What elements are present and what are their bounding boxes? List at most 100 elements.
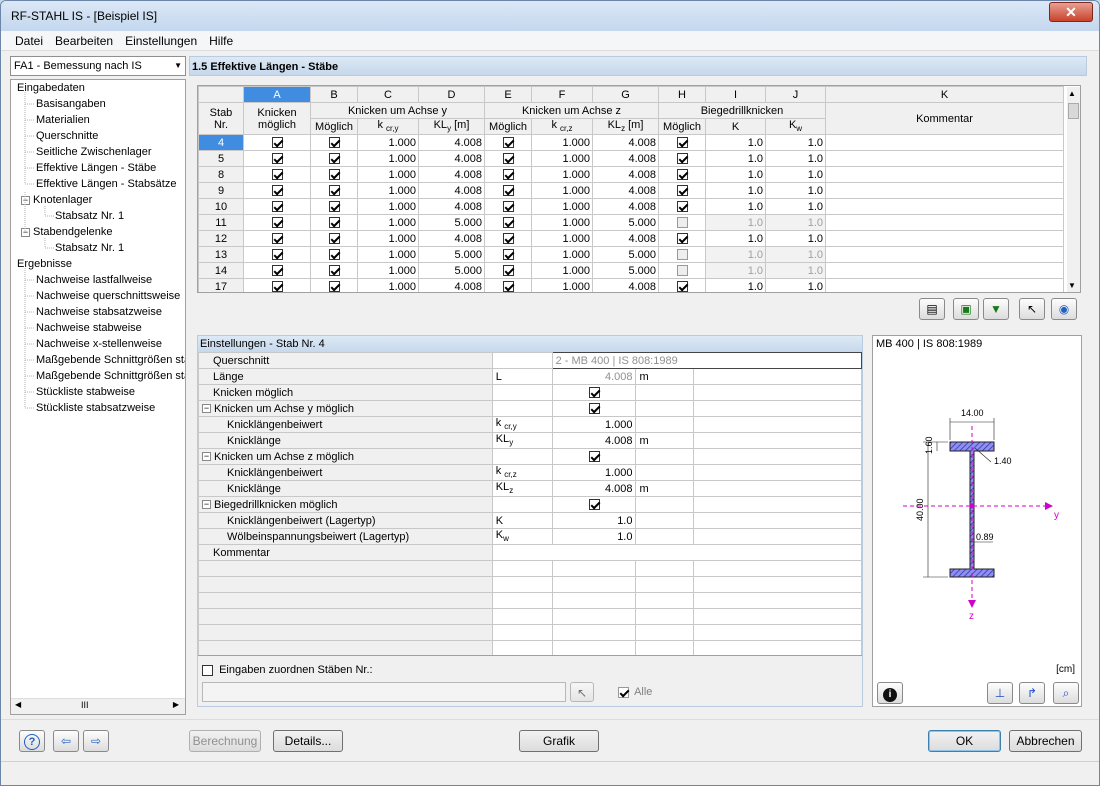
y-moeglich-checkbox-cell[interactable] — [310, 278, 358, 292]
y-moeglich-checkbox-cell[interactable] — [310, 262, 358, 279]
menu-datei[interactable]: Datei — [9, 31, 49, 51]
nav-item-eff-laengen-stabsaetze[interactable]: Effektive Längen - Stabsätze — [36, 176, 176, 192]
berechnung-button[interactable]: Berechnung — [189, 730, 261, 752]
kw-cell[interactable]: 1.0 — [765, 278, 826, 292]
kl-z-cell[interactable]: 4.008 — [592, 150, 659, 167]
nav-item-materialien[interactable]: Materialien — [36, 112, 90, 128]
kw-cell[interactable]: 1.0 — [765, 150, 826, 167]
knicken-checkbox[interactable] — [588, 387, 600, 399]
kcr-z-cell[interactable]: 1.000 — [531, 278, 593, 292]
lt-moeglich-checkbox[interactable] — [676, 185, 688, 197]
alle-checkbox[interactable] — [618, 686, 629, 698]
k-cell[interactable]: 1.0 — [705, 150, 766, 167]
collapse-icon[interactable]: − — [202, 500, 211, 510]
k-cell[interactable]: 1.0 — [705, 182, 766, 199]
knicken-checkbox-cell[interactable] — [243, 182, 311, 199]
nav-item-eff-laengen-staebe[interactable]: Effektive Längen - Stäbe — [36, 160, 156, 176]
module-select[interactable]: FA1 - Bemessung nach IS ▼ — [10, 56, 186, 76]
y-moeglich-checkbox-cell[interactable] — [310, 150, 358, 167]
k-cell[interactable]: 1.0 — [705, 198, 766, 215]
z-moeglich-checkbox[interactable] — [502, 249, 514, 261]
z-moeglich-checkbox[interactable] — [502, 233, 514, 245]
kw-cell[interactable]: 1.0 — [765, 182, 826, 199]
y-moeglich-checkbox[interactable] — [328, 233, 340, 245]
k-cell[interactable]: 1.0 — [705, 214, 766, 231]
lt-moeglich-checkbox-cell[interactable] — [658, 182, 706, 199]
col-letter-h[interactable]: H — [658, 86, 706, 103]
kl-z-cell[interactable]: 5.000 — [592, 214, 659, 231]
nav-item-zwischenlager[interactable]: Seitliche Zwischenlager — [36, 144, 152, 160]
lt-moeglich-checkbox-cell[interactable] — [658, 134, 706, 151]
z-moeglich-checkbox[interactable] — [502, 201, 514, 213]
kw-cell[interactable]: 1.0 — [765, 198, 826, 215]
z-moeglich-checkbox[interactable] — [502, 217, 514, 229]
z-moeglich-checkbox[interactable] — [502, 185, 514, 197]
kl-y-cell[interactable]: 4.008 — [418, 198, 485, 215]
y-moeglich-checkbox-cell[interactable] — [310, 230, 358, 247]
kl-y-cell[interactable]: 4.008 — [418, 278, 485, 292]
kcr-z-cell[interactable]: 1.000 — [531, 166, 593, 183]
kl-y-cell[interactable]: 4.008 — [418, 230, 485, 247]
nav-item-stabendgelenke[interactable]: − Stabendgelenke — [21, 224, 113, 240]
comment-cell[interactable] — [825, 198, 1064, 215]
kw-cell[interactable]: 1.0 — [765, 214, 826, 231]
row-number[interactable]: 8 — [198, 166, 244, 183]
scroll-right-icon[interactable]: ▶ — [173, 700, 179, 709]
scroll-up-icon[interactable]: ▲ — [1068, 89, 1076, 98]
y-moeglich-checkbox-cell[interactable] — [310, 134, 358, 151]
knicken-checkbox[interactable] — [271, 169, 283, 181]
row-number[interactable]: 13 — [198, 246, 244, 263]
ok-button[interactable]: OK — [928, 730, 1001, 752]
row-number[interactable]: 9 — [198, 182, 244, 199]
nav-result-x-stellenweise[interactable]: Nachweise x-stellenweise — [36, 336, 162, 352]
details-button[interactable]: Details... — [273, 730, 343, 752]
kw-cell[interactable]: 1.0 — [765, 166, 826, 183]
info-button[interactable]: i — [877, 682, 903, 704]
kw-cell[interactable]: 1.0 — [765, 246, 826, 263]
k-cell[interactable]: 1.0 — [705, 246, 766, 263]
querschnitt-value[interactable]: 2 - MB 400 | IS 808:1989 — [551, 352, 862, 369]
nav-item-stabendgelenke-stabsatz[interactable]: Stabsatz Nr. 1 — [55, 240, 124, 256]
lt-moeglich-checkbox-cell[interactable] — [658, 262, 706, 279]
lt-moeglich-checkbox[interactable] — [676, 281, 688, 292]
lt-moeglich-checkbox-cell[interactable] — [658, 166, 706, 183]
y-moeglich-checkbox[interactable] — [328, 153, 340, 165]
lt-moeglich-checkbox[interactable] — [676, 265, 688, 277]
lt-moeglich-checkbox[interactable] — [676, 217, 688, 229]
z-moeglich-checkbox-cell[interactable] — [484, 278, 532, 292]
z-moeglich-checkbox-cell[interactable] — [484, 262, 532, 279]
scroll-thumb[interactable]: III — [81, 700, 89, 710]
nav-result-schnittgroessen-2[interactable]: Maßgebende Schnittgrößen sta — [36, 368, 185, 384]
kl-z-cell[interactable]: 4.008 — [592, 278, 659, 292]
k-cell[interactable]: 1.0 — [705, 262, 766, 279]
col-letter-i[interactable]: I — [705, 86, 766, 103]
comment-cell[interactable] — [825, 262, 1064, 279]
knicken-checkbox[interactable] — [271, 185, 283, 197]
knicken-checkbox[interactable] — [271, 233, 283, 245]
kcr-y-cell[interactable]: 1.000 — [357, 230, 419, 247]
knicken-checkbox-cell[interactable] — [243, 278, 311, 292]
value-y-l[interactable]: 4.008 — [551, 432, 637, 449]
knicken-checkbox[interactable] — [271, 137, 283, 149]
y-moeglich-checkbox[interactable] — [328, 249, 340, 261]
kcr-y-cell[interactable]: 1.000 — [357, 198, 419, 215]
select-button[interactable]: ↖ — [1019, 298, 1045, 320]
kw-cell[interactable]: 1.0 — [765, 230, 826, 247]
comment-cell[interactable] — [825, 134, 1064, 151]
kcr-z-cell[interactable]: 1.000 — [531, 134, 593, 151]
col-letter-f[interactable]: F — [531, 86, 593, 103]
y-moeglich-checkbox[interactable] — [328, 185, 340, 197]
y-checkbox[interactable] — [588, 403, 600, 415]
knicken-checkbox-cell[interactable] — [243, 230, 311, 247]
y-moeglich-checkbox-cell[interactable] — [310, 182, 358, 199]
axis-toggle-button[interactable]: ↱ — [1019, 682, 1045, 704]
assign-input[interactable] — [202, 682, 566, 702]
row-number[interactable]: 4 — [198, 134, 244, 151]
collapse-icon[interactable]: − — [21, 195, 30, 205]
excel-import-button[interactable]: ▼ — [983, 298, 1009, 320]
knicken-checkbox[interactable] — [271, 201, 283, 213]
pick-members-button[interactable]: ↖ — [570, 682, 594, 702]
nav-result-stueckliste-stabsatz[interactable]: Stückliste stabsatzweise — [36, 400, 155, 416]
dimension-toggle-button[interactable]: ⊥ — [987, 682, 1013, 704]
col-letter-g[interactable]: G — [592, 86, 659, 103]
